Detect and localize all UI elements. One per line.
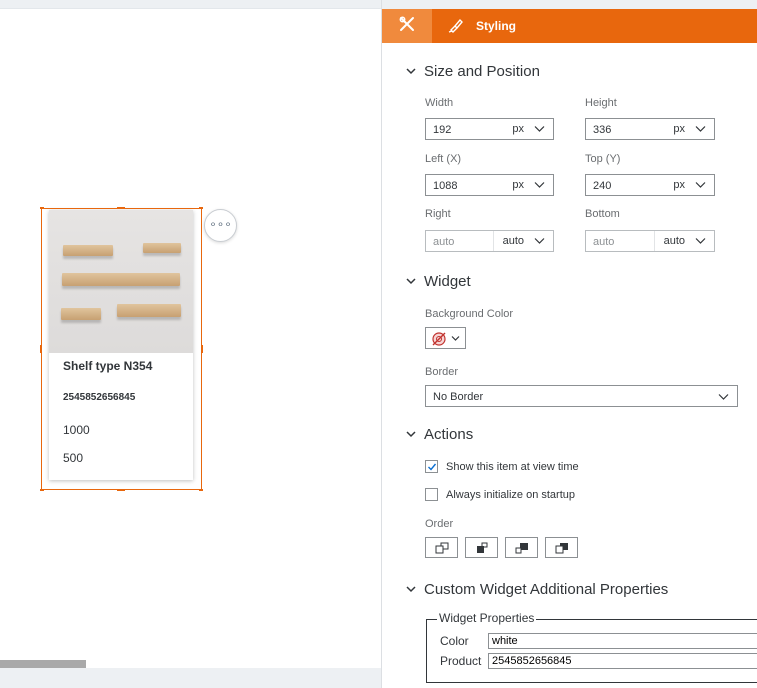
top-y-value: 240 bbox=[593, 180, 612, 192]
tab-styling[interactable]: Styling bbox=[434, 9, 516, 43]
resize-handle-top[interactable] bbox=[117, 207, 125, 209]
chevron-down-icon bbox=[718, 394, 729, 400]
send-backward-button[interactable] bbox=[505, 537, 538, 558]
send-to-back-button[interactable] bbox=[545, 537, 578, 558]
canvas-area: Shelf type N354 2545852656845 1000 500 ∘… bbox=[0, 0, 381, 688]
show-item-option[interactable]: Show this item at view time bbox=[425, 460, 579, 473]
show-item-checkbox[interactable] bbox=[425, 460, 438, 473]
chevron-down-icon[interactable] bbox=[534, 125, 545, 133]
bottom-unit[interactable]: auto bbox=[664, 235, 685, 247]
left-x-label: Left (X) bbox=[425, 153, 462, 165]
bring-to-front-icon bbox=[435, 542, 448, 553]
horizontal-scrollbar[interactable] bbox=[0, 660, 86, 668]
right-label: Right bbox=[425, 208, 451, 220]
bring-forward-icon bbox=[476, 542, 487, 553]
top-y-unit[interactable]: px bbox=[673, 179, 685, 191]
right-unit[interactable]: auto bbox=[503, 235, 524, 247]
checkmark-icon bbox=[428, 463, 437, 471]
resize-handle-left[interactable] bbox=[40, 345, 42, 353]
background-color-label: Background Color bbox=[425, 308, 514, 320]
send-to-back-icon bbox=[555, 542, 568, 553]
width-value: 192 bbox=[433, 124, 452, 136]
border-select-value: No Border bbox=[433, 391, 484, 403]
section-size-position-header[interactable]: Size and Position bbox=[406, 63, 540, 80]
left-x-unit[interactable]: px bbox=[512, 179, 524, 191]
section-widget-title: Widget bbox=[424, 273, 471, 290]
tab-styling-label: Styling bbox=[476, 19, 517, 33]
widget-properties-fieldset bbox=[426, 619, 757, 683]
always-init-label: Always initialize on startup bbox=[446, 488, 576, 501]
product-property-input[interactable]: 2545852656845 bbox=[488, 653, 757, 669]
resize-handle-bottom[interactable] bbox=[117, 489, 125, 491]
height-unit[interactable]: px bbox=[673, 123, 685, 135]
width-label: Width bbox=[425, 97, 454, 109]
chevron-down-icon[interactable] bbox=[534, 237, 545, 245]
section-custom-props-title: Custom Widget Additional Properties bbox=[424, 581, 669, 598]
product-property-label: Product bbox=[440, 654, 482, 668]
chevron-down-icon bbox=[451, 336, 460, 341]
height-input[interactable]: 336 px bbox=[585, 118, 715, 140]
paint-brush-icon bbox=[448, 17, 464, 36]
section-custom-props-header[interactable]: Custom Widget Additional Properties bbox=[406, 581, 668, 598]
panel-tabbar: Styling bbox=[382, 9, 757, 43]
styling-panel: Styling Size and Position Width 192 px H… bbox=[381, 0, 757, 688]
height-label: Height bbox=[585, 97, 617, 109]
more-options-button[interactable]: ∘∘∘ bbox=[204, 209, 237, 242]
always-init-option[interactable]: Always initialize on startup bbox=[425, 488, 575, 501]
resize-handle-top-left[interactable] bbox=[40, 207, 44, 209]
send-backward-icon bbox=[515, 542, 528, 553]
chevron-down-icon[interactable] bbox=[534, 181, 545, 189]
bottom-input[interactable]: auto auto bbox=[585, 230, 715, 252]
resize-handle-bottom-right[interactable] bbox=[199, 489, 203, 491]
section-size-position-title: Size and Position bbox=[424, 63, 540, 80]
width-unit[interactable]: px bbox=[512, 123, 524, 135]
section-actions-header[interactable]: Actions bbox=[406, 426, 473, 443]
canvas-top-strip bbox=[0, 0, 381, 9]
right-value: auto bbox=[433, 236, 455, 248]
resize-handle-top-right[interactable] bbox=[199, 207, 203, 209]
wrench-screwdriver-icon bbox=[399, 16, 415, 37]
resize-handle-bottom-left[interactable] bbox=[40, 489, 44, 491]
section-actions-title: Actions bbox=[424, 426, 474, 443]
chevron-down-icon[interactable] bbox=[695, 237, 706, 245]
widget-properties-legend: Widget Properties bbox=[437, 611, 537, 625]
chevron-down-icon bbox=[406, 426, 416, 443]
left-x-value: 1088 bbox=[433, 180, 458, 192]
border-label: Border bbox=[425, 366, 459, 378]
top-y-label: Top (Y) bbox=[585, 153, 621, 165]
chevron-down-icon bbox=[406, 273, 416, 290]
chevron-down-icon[interactable] bbox=[695, 125, 706, 133]
bottom-label: Bottom bbox=[585, 208, 620, 220]
always-init-checkbox[interactable] bbox=[425, 488, 438, 501]
border-select[interactable]: No Border bbox=[425, 385, 738, 407]
height-value: 336 bbox=[593, 124, 612, 136]
color-property-input[interactable]: white bbox=[488, 633, 757, 649]
widget-selection-frame[interactable] bbox=[41, 208, 202, 490]
show-item-label: Show this item at view time bbox=[446, 460, 579, 473]
left-x-input[interactable]: 1088 px bbox=[425, 174, 554, 196]
panel-top-strip bbox=[382, 0, 757, 9]
section-widget-header[interactable]: Widget bbox=[406, 273, 471, 290]
order-label: Order bbox=[425, 518, 454, 530]
chevron-down-icon bbox=[406, 581, 416, 598]
tab-builder[interactable] bbox=[382, 9, 432, 43]
no-color-icon bbox=[432, 332, 446, 346]
color-property-label: Color bbox=[440, 634, 469, 648]
width-input[interactable]: 192 px bbox=[425, 118, 554, 140]
bring-forward-button[interactable] bbox=[465, 537, 498, 558]
bring-to-front-button[interactable] bbox=[425, 537, 458, 558]
chevron-down-icon[interactable] bbox=[695, 181, 706, 189]
top-y-input[interactable]: 240 px bbox=[585, 174, 715, 196]
right-input[interactable]: auto auto bbox=[425, 230, 554, 252]
bottom-value: auto bbox=[593, 236, 615, 248]
chevron-down-icon bbox=[406, 63, 416, 80]
background-color-picker[interactable] bbox=[425, 327, 466, 349]
resize-handle-right[interactable] bbox=[201, 345, 203, 353]
